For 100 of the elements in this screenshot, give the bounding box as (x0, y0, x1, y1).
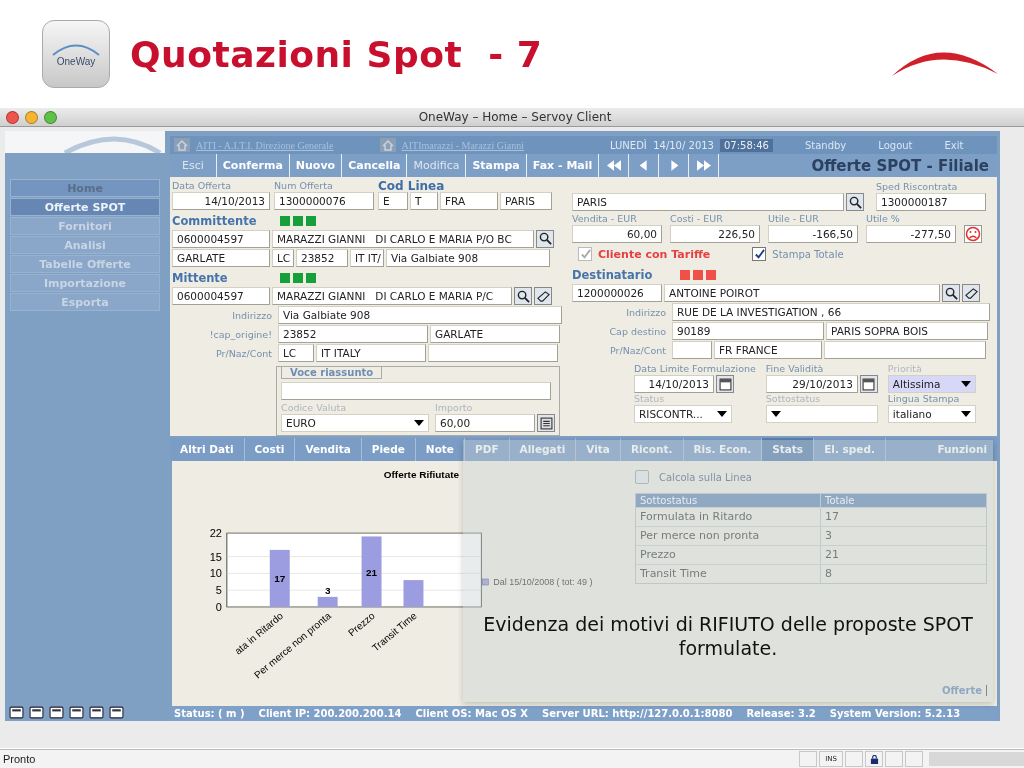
axis-tick-label: 5 (215, 584, 222, 597)
search-button[interactable] (846, 193, 864, 211)
empty-field[interactable] (824, 341, 986, 359)
address-field[interactable]: RUE DE LA INVESTIGATION , 66 (672, 303, 990, 321)
checkbox[interactable] (635, 470, 649, 484)
tool-icon[interactable] (69, 706, 84, 719)
country-field[interactable]: IT ITALY (316, 344, 426, 362)
field-label: Cap destino (608, 325, 666, 337)
amount-field[interactable]: -277,50 (866, 225, 956, 243)
tool-icon[interactable] (29, 706, 44, 719)
cap-field[interactable]: 23852 (278, 325, 428, 343)
language-dropdown[interactable]: italiano (887, 405, 976, 423)
double-right-icon (696, 160, 711, 171)
province-field[interactable]: LC (278, 344, 314, 362)
number-field[interactable]: 1300000076 (274, 191, 374, 210)
name-field[interactable]: MARAZZI GIANNI DI CARLO E MARIA P/C (272, 287, 512, 305)
caret-icon (960, 411, 971, 417)
table-cell-text: 21 (824, 547, 839, 563)
table-cell: Transit Time (636, 565, 821, 583)
amount-field[interactable]: 60,00 (572, 225, 662, 243)
priority-dropdown[interactable]: Altissima (887, 375, 976, 393)
table-cell-text: 8 (824, 566, 832, 582)
field-label: Priorità (887, 363, 923, 375)
tool-icon[interactable] (9, 706, 24, 719)
tool-icon[interactable] (89, 706, 104, 719)
province-field[interactable] (672, 341, 712, 359)
name-field[interactable]: MARAZZI GIANNI DI CARLO E MARIA P/O BC (272, 229, 534, 248)
search-button[interactable] (514, 287, 532, 305)
date-text: LUNEDÌ 14/10/ 2013 (609, 139, 714, 151)
search-button[interactable] (536, 229, 554, 248)
line-code-field[interactable]: T (410, 191, 438, 210)
chart-title: Offerte Rifiutate (383, 469, 460, 481)
empty-field[interactable] (428, 344, 558, 362)
table-cell: Prezzo (636, 546, 821, 564)
province-field[interactable]: LC (272, 248, 294, 267)
line-code-field[interactable]: E (378, 191, 408, 210)
zoom-button[interactable] (44, 110, 57, 124)
checkbox[interactable] (752, 247, 767, 261)
search-button[interactable] (942, 284, 960, 302)
minimize-button[interactable] (25, 110, 38, 124)
date-field[interactable]: 14/10/2013 (634, 375, 714, 393)
address-field[interactable]: Via Galbiate 908 (386, 248, 550, 267)
status-text: Status: ( m ) (174, 708, 245, 719)
line-code-field[interactable]: PARIS (500, 191, 552, 210)
field-label: Num Offerta (274, 179, 334, 192)
callout-text: Evidenza dei motivi di RIFIUTO delle proposte SPOT formulate. (482, 612, 974, 660)
amount-field[interactable]: 60,00 (435, 414, 535, 432)
amount-field[interactable]: 226,50 (670, 225, 760, 243)
country-field[interactable]: FR FRANCE (714, 341, 822, 359)
amount-field[interactable]: -166,50 (768, 225, 858, 243)
caret-icon (717, 411, 727, 417)
window-title: OneWay – Home – Servoy Client (417, 110, 613, 124)
destination-field[interactable]: PARIS (572, 193, 844, 211)
date-field[interactable]: 14/10/2013 (172, 191, 270, 210)
eraser-button[interactable] (534, 287, 552, 305)
country-field[interactable]: IT IT/ (350, 248, 384, 267)
code-field[interactable]: 1200000026 (572, 284, 662, 302)
eraser-button[interactable] (962, 284, 980, 302)
slide-title: Quotazioni Spot - 7 (130, 33, 543, 75)
logo-text: OneWay (56, 55, 96, 67)
address-field[interactable]: Via Galbiate 908 (278, 306, 562, 324)
currency-dropdown[interactable]: EURO (281, 414, 429, 432)
city-field[interactable]: GARLATE (172, 248, 270, 267)
field-label: Vendita - EUR (572, 213, 638, 225)
cap-field[interactable]: 90189 (672, 322, 824, 340)
cap-field[interactable]: 23852 (296, 248, 348, 267)
code-field[interactable]: 0600004597 (172, 287, 270, 305)
status-text: System Version: 5.2.13 (829, 708, 961, 719)
table-cell: Per merce non pronta (636, 527, 821, 545)
caret-icon (960, 381, 971, 387)
city-field[interactable]: GARLATE (430, 325, 560, 343)
data-label: 21 (366, 566, 378, 578)
close-button[interactable] (6, 110, 19, 124)
calendar-button[interactable] (859, 375, 878, 393)
date-field[interactable]: 29/10/2013 (765, 375, 858, 393)
status-text: Client IP: 200.200.200.14 (258, 708, 402, 719)
axis-tick-label: 15 (209, 550, 222, 563)
tool-icon[interactable] (49, 706, 64, 719)
column-header: Sottostatus (636, 494, 821, 507)
status-text: Release: 3.2 (746, 708, 816, 719)
status-dropdown[interactable]: RISCONTR... (634, 405, 732, 423)
shipment-field[interactable]: 1300000187 (876, 193, 986, 211)
field-label: Pr/Naz/Cont (609, 344, 666, 356)
summary-field[interactable] (281, 382, 551, 400)
field-label: Utile % (866, 213, 901, 225)
tool-icon[interactable] (109, 706, 124, 719)
code-field[interactable]: 0600004597 (172, 229, 270, 248)
field-label: Sped Riscontrata (876, 181, 959, 193)
line-code-field[interactable]: FRA (440, 191, 498, 210)
field-label: Utile - EUR (768, 213, 820, 225)
name-field[interactable]: ANTOINE POIROT (664, 284, 940, 302)
field-label: Sottostatus (765, 393, 822, 405)
city-field[interactable]: PARIS SOPRA BOIS (826, 322, 988, 340)
calendar-button[interactable] (716, 375, 734, 393)
status-panel (885, 751, 903, 767)
section-title: Committente (172, 213, 258, 228)
calculator-button[interactable] (537, 414, 555, 432)
field-label: Fine Validità (765, 363, 825, 375)
status-panel (799, 751, 817, 767)
double-left-icon (606, 160, 621, 171)
